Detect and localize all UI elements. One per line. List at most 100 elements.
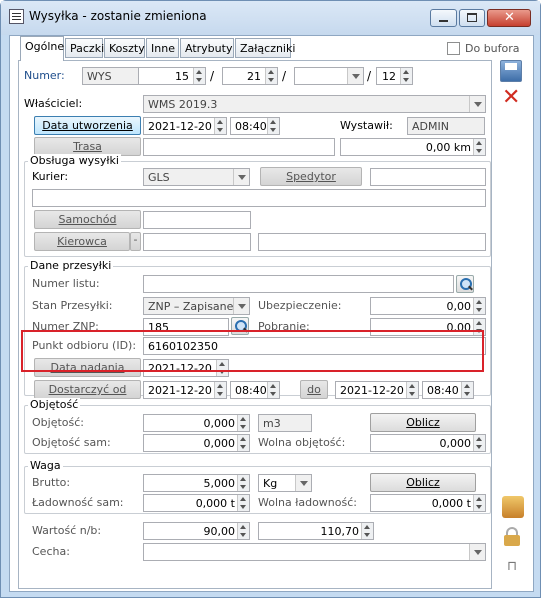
numer-part1-spin[interactable] <box>193 68 205 84</box>
tab-inne[interactable]: Inne <box>146 38 179 58</box>
chevron-down-icon[interactable] <box>347 68 363 84</box>
spedytor-button[interactable]: Spedytor <box>260 167 362 186</box>
brutto-spin[interactable] <box>237 475 249 491</box>
numer-part2[interactable]: 21 <box>222 67 278 85</box>
wartosc-netto-spin[interactable] <box>237 523 249 539</box>
dostarczyc-od-time-value: 08:40 <box>235 384 267 397</box>
od-time-spin[interactable] <box>267 382 279 398</box>
numer-listu-input[interactable] <box>143 275 454 293</box>
lock-icon[interactable] <box>502 526 524 548</box>
numer-label: Numer: <box>24 69 65 82</box>
numer-part4-spin[interactable] <box>400 68 412 84</box>
chevron-down-icon[interactable] <box>469 96 485 112</box>
dostarczyc-od-button[interactable]: Dostarczyć od <box>34 380 141 399</box>
kierowca-input[interactable] <box>143 233 251 251</box>
window: Wysyłka - zostanie zmieniona ✕ Ogólne Pa… <box>0 0 541 598</box>
samochod-button[interactable]: Samochód <box>34 210 141 229</box>
brutto-input[interactable]: 5,000 <box>143 474 250 492</box>
delete-button[interactable]: ✕ <box>500 85 522 110</box>
data-utworzenia-date[interactable]: 2021-12-20 <box>143 117 227 135</box>
obsluga-address-input[interactable] <box>32 189 486 207</box>
wartosc-netto-input[interactable]: 90,00 <box>143 522 250 540</box>
kierowca-dropdown-button[interactable]: - <box>130 232 141 251</box>
data-utworzenia-time[interactable]: 08:40 <box>230 117 280 135</box>
tab-zalaczniki[interactable]: Załączniki <box>235 38 295 58</box>
data-utworzenia-time-value: 08:40 <box>235 120 267 133</box>
wlasciciel-select[interactable]: WMS 2019.3 <box>143 95 486 113</box>
cecha-select[interactable] <box>143 543 486 561</box>
kurier-select[interactable]: GLS <box>143 168 250 186</box>
data-utworzenia-button[interactable]: Data utworzenia <box>34 116 141 135</box>
tab-atrybuty[interactable]: Atrybuty <box>180 38 234 58</box>
wolna-objetosc-input[interactable]: 0,000 <box>370 434 486 452</box>
chevron-down-icon[interactable] <box>233 298 249 314</box>
waga-oblicz-button[interactable]: Oblicz <box>370 473 476 492</box>
do-date-spin[interactable] <box>406 382 418 398</box>
kierowca-button[interactable]: Kierowca <box>34 232 130 251</box>
objetosc-oblicz-button[interactable]: Oblicz <box>370 413 476 432</box>
trasa-distance[interactable]: 0,00 km <box>340 138 486 156</box>
do-time-spin[interactable] <box>461 382 473 398</box>
ubezpieczenie-spin[interactable] <box>473 298 485 314</box>
spedytor-input[interactable] <box>370 168 486 186</box>
trasa-input[interactable] <box>143 138 335 156</box>
dostarczyc-od-time[interactable]: 08:40 <box>230 381 280 399</box>
dostarczyc-do-button[interactable]: do <box>300 380 328 399</box>
numer-part2-spin[interactable] <box>265 68 277 84</box>
numer-part2-value: 21 <box>247 70 261 83</box>
cecha-label: Cecha: <box>32 545 70 558</box>
close-button[interactable]: ✕ <box>487 9 531 27</box>
kierowca-name-input[interactable] <box>258 233 486 251</box>
app-icon <box>9 9 24 24</box>
objetosc-input[interactable]: 0,000 <box>143 414 250 432</box>
tab-ogolne[interactable]: Ogólne <box>20 36 64 61</box>
objetosc-sam-input[interactable]: 0,000 <box>143 434 250 452</box>
maximize-button[interactable] <box>459 9 485 27</box>
wlasciciel-label: Właściciel: <box>24 97 83 110</box>
pin-icon[interactable]: ⊓ <box>502 556 524 578</box>
ladownosc-sam-label: Ładowność sam: <box>32 496 124 509</box>
objetosc-sam-spin[interactable] <box>237 435 249 451</box>
dostarczyc-do-time[interactable]: 08:40 <box>422 381 474 399</box>
date-spin[interactable] <box>214 118 226 134</box>
dostarczyc-od-date[interactable]: 2021-12-20 <box>143 381 227 399</box>
wlasciciel-value: WMS 2019.3 <box>148 98 218 111</box>
window-title: Wysyłka - zostanie zmieniona <box>29 9 207 23</box>
ladownosc-sam-input[interactable]: 0,000 t <box>143 494 250 512</box>
wartosc-brutto-input[interactable]: 110,70 <box>258 522 374 540</box>
save-button[interactable] <box>500 60 522 82</box>
kurier-value: GLS <box>148 171 170 184</box>
dostarczyc-od-label: Dostarczyć od <box>48 383 127 396</box>
people-icon[interactable] <box>502 496 524 518</box>
wolna-ladownosc-input[interactable]: 0,000 t <box>370 494 486 512</box>
tab-koszty[interactable]: Koszty <box>104 38 145 58</box>
od-date-spin[interactable] <box>214 382 226 398</box>
wystawil-label: Wystawił: <box>340 119 393 132</box>
dostarczyc-do-date[interactable]: 2021-12-20 <box>335 381 419 399</box>
wartosc-brutto-spin[interactable] <box>361 523 373 539</box>
do-bufora-checkbox[interactable] <box>447 42 460 55</box>
do-bufora-label: Do bufora <box>465 42 520 55</box>
time-spin[interactable] <box>267 118 279 134</box>
chevron-down-icon[interactable] <box>233 169 249 185</box>
objetosc-spin[interactable] <box>237 415 249 431</box>
search-icon[interactable] <box>456 275 474 293</box>
chevron-down-icon[interactable] <box>469 544 485 560</box>
distance-spin[interactable] <box>473 139 485 155</box>
numer-part1[interactable]: 15 <box>138 67 206 85</box>
spedytor-label: Spedytor <box>286 170 336 183</box>
waga-unit-select[interactable]: Kg <box>258 474 312 492</box>
wolna-ladownosc-spin[interactable] <box>473 495 485 511</box>
data-utworzenia-date-value: 2021-12-20 <box>148 120 212 133</box>
samochod-input[interactable] <box>143 211 251 229</box>
dane-legend: Dane przesyłki <box>28 259 114 272</box>
ladownosc-sam-spin[interactable] <box>237 495 249 511</box>
minimize-button[interactable] <box>430 9 457 27</box>
stan-select[interactable]: ZNP – Zapisane <box>143 297 250 315</box>
tab-paczki[interactable]: Paczki <box>65 38 104 58</box>
wolna-objetosc-spin[interactable] <box>473 435 485 451</box>
numer-part4[interactable]: 12 <box>376 67 413 85</box>
ubezpieczenie-input[interactable]: 0,00 <box>370 297 486 315</box>
numer-part3[interactable] <box>294 67 364 85</box>
chevron-down-icon[interactable] <box>295 475 311 491</box>
